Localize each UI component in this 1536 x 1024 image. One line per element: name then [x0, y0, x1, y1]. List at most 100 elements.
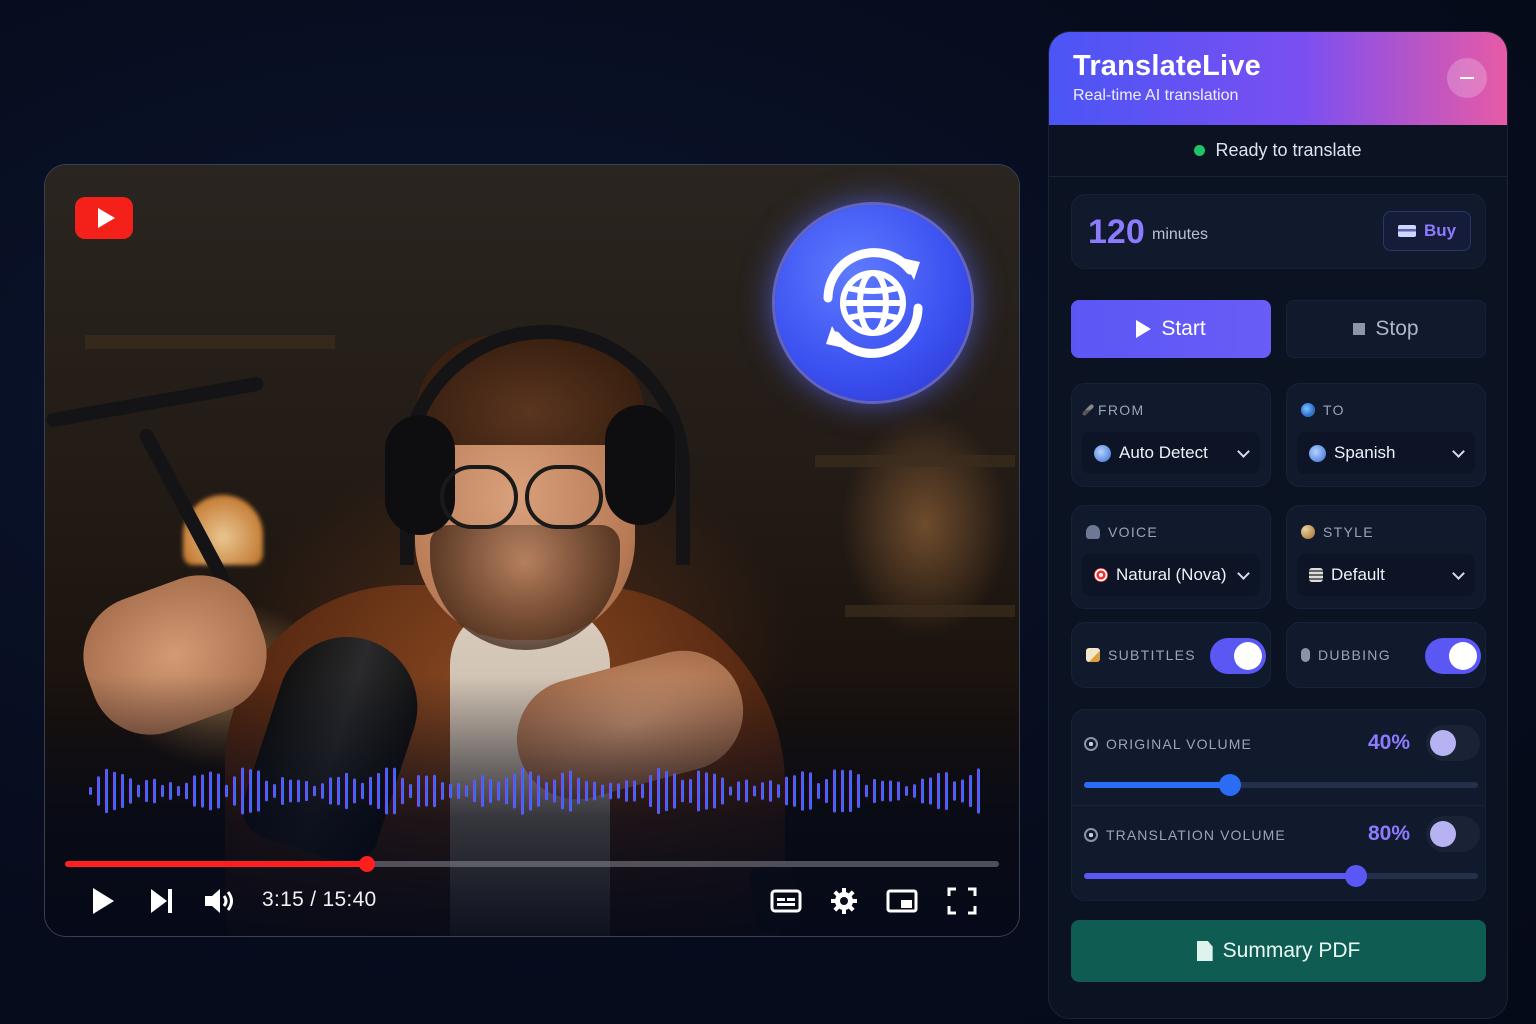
video-player[interactable]: 3:15 / 15:40 [44, 164, 1020, 937]
miniplayer-icon[interactable] [885, 883, 919, 919]
subtitles-icon[interactable] [769, 883, 803, 919]
audio-waveform [89, 767, 980, 815]
waveform-bar [265, 780, 268, 802]
waveform-bar [153, 778, 156, 804]
waveform-bar [329, 777, 332, 805]
waveform-bar [257, 770, 260, 812]
to-language-select[interactable]: Spanish [1297, 432, 1475, 474]
waveform-bar [305, 780, 308, 802]
minimize-button[interactable] [1447, 58, 1487, 98]
waveform-bar [409, 783, 412, 799]
chevron-down-icon [1452, 444, 1465, 458]
slider-fill [1084, 782, 1230, 788]
waveform-bar [193, 775, 196, 807]
app-title: TranslateLive [1073, 50, 1261, 82]
style-select[interactable]: Default [1297, 554, 1475, 596]
waveform-bar [785, 776, 788, 806]
status-bar: Ready to translate [1049, 125, 1507, 177]
waveform-bar [641, 783, 644, 799]
waveform-bar [569, 770, 572, 812]
translation-volume-slider[interactable] [1084, 865, 1478, 887]
play-icon[interactable] [89, 883, 117, 919]
style-card: STYLE Default [1286, 505, 1486, 609]
volume-icon[interactable] [203, 883, 237, 919]
waveform-bar [673, 773, 676, 809]
waveform-bar [441, 782, 444, 800]
next-icon[interactable] [149, 883, 175, 919]
original-volume-slider[interactable] [1084, 774, 1478, 796]
translate-globe-icon[interactable] [775, 205, 971, 401]
waveform-bar [433, 774, 436, 808]
progress-bar[interactable] [65, 856, 999, 872]
status-text: Ready to translate [1215, 140, 1362, 160]
waveform-bar [353, 778, 356, 804]
style-label: STYLE [1301, 524, 1374, 540]
buy-button[interactable]: Buy [1383, 211, 1471, 251]
waveform-bar [457, 782, 460, 800]
waveform-bar [897, 781, 900, 801]
waveform-bar [713, 773, 716, 809]
waveform-bar [761, 782, 764, 800]
speaker-icon [1084, 828, 1098, 842]
waveform-bar [177, 785, 180, 797]
fullscreen-icon[interactable] [945, 883, 979, 919]
panel-header: TranslateLive Real-time AI translation [1049, 32, 1507, 125]
waveform-bar [169, 781, 172, 801]
globe-icon [1309, 444, 1326, 462]
waveform-bar [97, 776, 100, 806]
progress-scrubber[interactable] [358, 856, 375, 872]
to-label: TO [1301, 402, 1345, 418]
waveform-bar [425, 775, 428, 807]
globe-icon [1094, 444, 1111, 462]
waveform-bar [593, 781, 596, 801]
waveform-bar [721, 777, 724, 805]
settings-icon[interactable] [829, 883, 859, 919]
minutes-card: 120 minutes Buy [1071, 194, 1486, 269]
summary-pdf-label: Summary PDF [1222, 939, 1361, 962]
waveform-bar [337, 776, 340, 806]
start-button[interactable]: Start [1071, 300, 1271, 358]
voice-label: VOICE [1086, 524, 1158, 540]
status-dot-icon [1194, 145, 1206, 156]
waveform-bar [793, 775, 796, 807]
stop-label: Stop [1375, 317, 1419, 340]
waveform-bar [393, 767, 396, 815]
waveform-bar [201, 774, 204, 808]
waveform-bar [849, 769, 852, 813]
waveform-bar [737, 781, 740, 801]
translation-volume-toggle[interactable] [1426, 816, 1480, 852]
slider-handle[interactable] [1218, 774, 1241, 796]
stop-icon [1353, 323, 1366, 335]
credit-card-icon [1397, 225, 1416, 237]
waveform-bar [481, 774, 484, 808]
volume-card: ORIGINAL VOLUME 40% TRANSLATION VOLUME 8… [1071, 709, 1486, 901]
start-label: Start [1161, 317, 1206, 340]
document-icon [1196, 941, 1213, 961]
waveform-bar [969, 774, 972, 808]
to-card: TO Spanish [1286, 383, 1486, 487]
waveform-bar [705, 772, 708, 810]
from-label: FROM [1081, 402, 1144, 418]
subtitles-label: SUBTITLES [1086, 647, 1196, 663]
stop-button[interactable]: Stop [1286, 300, 1486, 358]
waveform-bar [561, 772, 564, 810]
waveform-bar [649, 774, 652, 808]
subtitles-toggle[interactable] [1210, 638, 1266, 674]
translation-volume-label: TRANSLATION VOLUME [1084, 827, 1286, 843]
original-volume-toggle[interactable] [1426, 725, 1480, 761]
waveform-bar [809, 772, 812, 810]
voice-select[interactable]: Natural (Nova) [1082, 554, 1260, 596]
waveform-bar [537, 775, 540, 807]
waveform-bar [313, 785, 316, 797]
from-language-select[interactable]: Auto Detect [1082, 432, 1260, 474]
dubbing-toggle[interactable] [1425, 638, 1481, 674]
summary-pdf-button[interactable]: Summary PDF [1071, 920, 1486, 982]
slider-handle[interactable] [1344, 865, 1367, 887]
waveform-bar [249, 769, 252, 813]
voice-card: VOICE Natural (Nova) [1071, 505, 1271, 609]
waveform-bar [401, 777, 404, 805]
speaker-icon [1084, 737, 1098, 751]
waveform-bar [161, 784, 164, 798]
waveform-bar [921, 778, 924, 804]
waveform-bar [105, 768, 108, 814]
